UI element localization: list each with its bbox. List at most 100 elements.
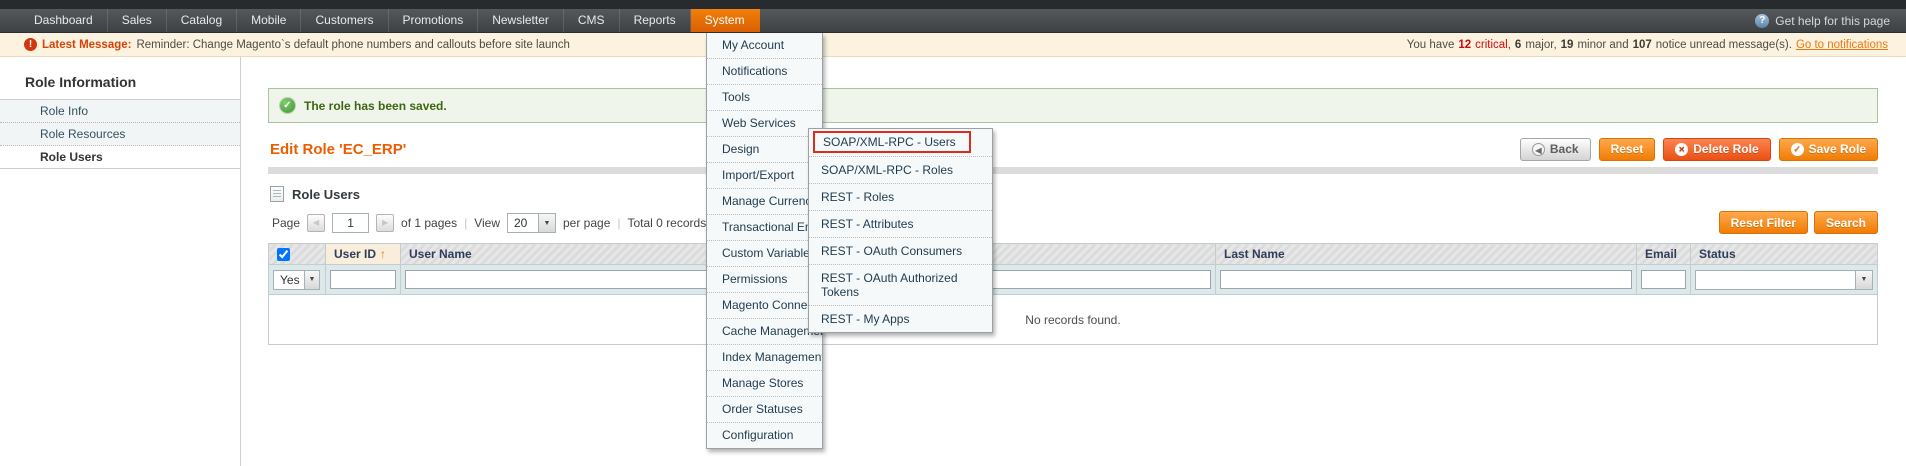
last-name-filter-input[interactable] xyxy=(1220,270,1632,289)
email-header-label: Email xyxy=(1645,247,1677,261)
latest-message-label: Latest Message: xyxy=(42,39,131,51)
menu-item-manage-currency[interactable]: Manage Currency xyxy=(707,189,822,215)
nav-item-promotions[interactable]: Promotions xyxy=(389,9,479,32)
column-header-last-name[interactable]: Last Name xyxy=(1216,244,1637,265)
column-header-status[interactable]: Status xyxy=(1691,244,1878,265)
menu-item-notifications[interactable]: Notifications xyxy=(707,59,822,85)
system-dropdown-menu: My Account Notifications Tools Web Servi… xyxy=(706,33,823,449)
menu-item-magento-connect[interactable]: Magento Connect xyxy=(707,293,822,319)
success-message-box: ✓ The role has been saved. xyxy=(268,88,1878,123)
sidebar-item-role-users[interactable]: Role Users xyxy=(0,146,240,168)
menu-item-configuration[interactable]: Configuration xyxy=(707,423,822,448)
menu-item-tools[interactable]: Tools xyxy=(707,85,822,111)
assigned-filter-select[interactable]: Yes ▼ xyxy=(273,270,320,290)
per-page-select[interactable]: 20 ▼ xyxy=(507,213,556,233)
highlighted-menu-item-box: SOAP/XML-RPC - Users xyxy=(813,131,971,153)
view-label: View xyxy=(474,216,500,230)
search-button-label: Search xyxy=(1826,216,1866,230)
column-header-user-id[interactable]: User ID ↑ xyxy=(326,244,401,265)
user-name-header-label: User Name xyxy=(409,247,472,261)
delete-role-button[interactable]: ✕ Delete Role xyxy=(1663,138,1770,161)
no-records-cell: No records found. xyxy=(269,295,1878,345)
delete-x-icon: ✕ xyxy=(1675,143,1688,156)
menu-item-permissions[interactable]: Permissions xyxy=(707,267,822,293)
sidebar-item-role-info[interactable]: Role Info xyxy=(0,100,240,123)
submenu-item-rest-roles[interactable]: REST - Roles xyxy=(809,184,992,211)
menu-item-import-export[interactable]: Import/Export xyxy=(707,163,822,189)
critical-word: critical, xyxy=(1475,39,1511,51)
success-message-text: The role has been saved. xyxy=(304,99,447,113)
sidebar-list: Role Info Role Resources Role Users xyxy=(0,99,240,169)
submenu-item-rest-attributes[interactable]: REST - Attributes xyxy=(809,211,992,238)
notice-count: 107 xyxy=(1633,39,1652,51)
menu-item-custom-variables[interactable]: Custom Variables xyxy=(707,241,822,267)
sidebar-item-role-resources[interactable]: Role Resources xyxy=(0,123,240,146)
nav-item-reports[interactable]: Reports xyxy=(620,9,691,32)
menu-item-index-management[interactable]: Index Management xyxy=(707,345,822,371)
submenu-item-rest-oauth-authorized-tokens[interactable]: REST - OAuth Authorized Tokens xyxy=(809,265,992,306)
nav-item-cms[interactable]: CMS xyxy=(564,9,620,32)
window-top-strip xyxy=(0,0,1906,9)
page-number-input[interactable] xyxy=(332,213,369,233)
submenu-item-soap-xml-rpc-roles[interactable]: SOAP/XML-RPC - Roles xyxy=(809,157,992,184)
status-header-label: Status xyxy=(1699,247,1736,261)
get-help-label: Get help for this page xyxy=(1775,14,1890,28)
select-all-checkbox[interactable] xyxy=(277,248,290,261)
success-check-icon: ✓ xyxy=(280,98,295,113)
submenu-item-rest-oauth-consumers[interactable]: REST - OAuth Consumers xyxy=(809,238,992,265)
reset-button[interactable]: Reset xyxy=(1599,138,1656,161)
previous-page-button[interactable]: ◀ xyxy=(307,214,325,232)
reset-filter-button[interactable]: Reset Filter xyxy=(1719,211,1808,234)
menu-item-design[interactable]: Design xyxy=(707,137,822,163)
user-id-header-label: User ID xyxy=(334,247,376,261)
header-divider xyxy=(268,167,1878,174)
grid-filter-row: Yes ▼ ▼ xyxy=(269,265,1878,295)
page-label: Page xyxy=(272,216,300,230)
menu-item-manage-stores[interactable]: Manage Stores xyxy=(707,371,822,397)
nav-item-sales[interactable]: Sales xyxy=(108,9,167,32)
summary-prefix: You have xyxy=(1407,39,1455,51)
prev-arrow-icon: ◀ xyxy=(313,218,319,227)
user-id-filter-input[interactable] xyxy=(330,270,396,289)
menu-item-order-statuses[interactable]: Order Statuses xyxy=(707,397,822,423)
menu-item-web-services[interactable]: Web Services xyxy=(707,111,822,137)
nav-item-catalog[interactable]: Catalog xyxy=(167,9,237,32)
page-toolbar: ◀ Back Reset ✕ Delete Role ✓ Save Role xyxy=(1520,138,1878,161)
search-button[interactable]: Search xyxy=(1814,211,1878,234)
nav-item-newsletter[interactable]: Newsletter xyxy=(478,9,564,32)
last-name-filter-cell xyxy=(1216,265,1637,295)
reset-button-label: Reset xyxy=(1611,142,1644,156)
major-count: 6 xyxy=(1515,39,1521,51)
next-page-button[interactable]: ▶ xyxy=(376,214,394,232)
reset-filter-label: Reset Filter xyxy=(1731,216,1796,230)
alert-circle-icon: ! xyxy=(24,38,37,51)
menu-item-cache-management[interactable]: Cache Management xyxy=(707,319,822,345)
nav-item-system[interactable]: System xyxy=(691,9,760,32)
submenu-item-soap-xml-rpc-users[interactable]: SOAP/XML-RPC - Users xyxy=(809,129,992,157)
notice-word: notice unread message(s). xyxy=(1656,39,1792,51)
column-header-email[interactable]: Email xyxy=(1637,244,1691,265)
submenu-item-rest-my-apps[interactable]: REST - My Apps xyxy=(809,306,992,332)
go-to-notifications-link[interactable]: Go to notifications xyxy=(1796,39,1888,51)
grid-filter-actions: Reset Filter Search xyxy=(1719,211,1878,234)
per-page-value: 20 xyxy=(508,214,538,232)
nav-item-mobile[interactable]: Mobile xyxy=(237,9,301,32)
menu-item-transactional-emails[interactable]: Transactional Emails xyxy=(707,215,822,241)
nav-item-customers[interactable]: Customers xyxy=(301,9,388,32)
sort-asc-icon: ↑ xyxy=(380,247,386,261)
get-help-link[interactable]: ? Get help for this page xyxy=(1755,9,1906,32)
nav-item-dashboard[interactable]: Dashboard xyxy=(20,9,108,32)
back-button[interactable]: ◀ Back xyxy=(1520,138,1591,161)
status-filter-select[interactable]: ▼ xyxy=(1695,270,1873,290)
of-pages-label: of 1 pages xyxy=(401,216,457,230)
delete-role-button-label: Delete Role xyxy=(1693,142,1758,156)
assigned-filter-value: Yes xyxy=(274,271,304,289)
menu-item-my-account[interactable]: My Account xyxy=(707,33,822,59)
status-filter-cell: ▼ xyxy=(1691,265,1878,295)
email-filter-input[interactable] xyxy=(1641,270,1686,289)
major-word: major, xyxy=(1525,39,1556,51)
next-arrow-icon: ▶ xyxy=(382,218,388,227)
question-circle-icon: ? xyxy=(1755,14,1769,28)
save-role-button[interactable]: ✓ Save Role xyxy=(1779,138,1878,161)
section-title: Role Users xyxy=(292,187,360,202)
